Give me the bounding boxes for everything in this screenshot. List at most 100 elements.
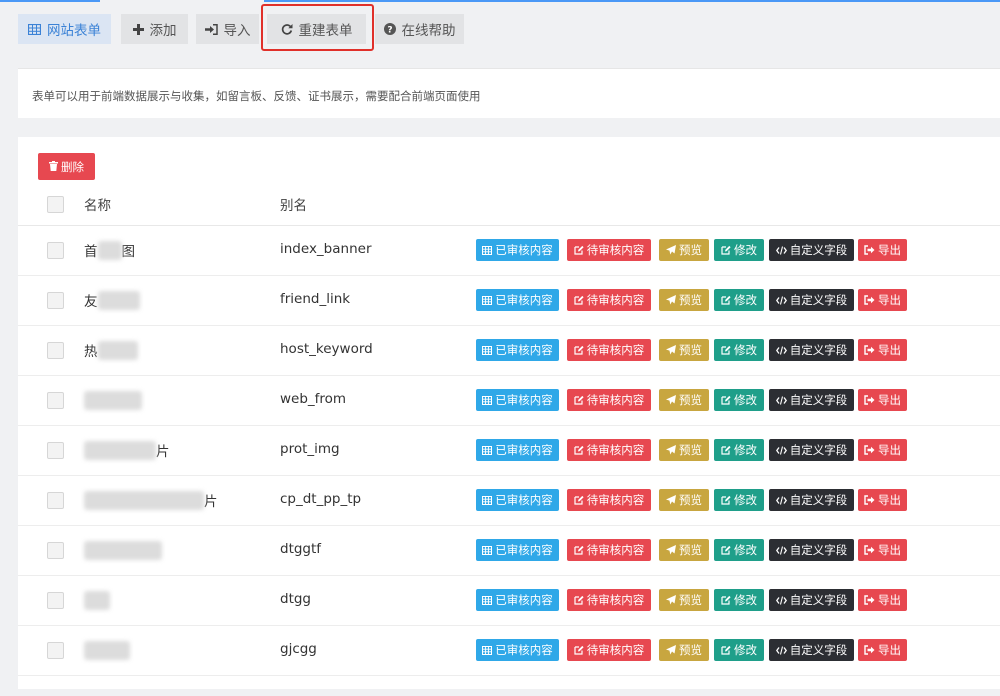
edit-button[interactable]: 修改 [714, 589, 764, 611]
custom-fields-button[interactable]: 自定义字段 [769, 439, 854, 461]
approved-content-button[interactable]: 已审核内容 [476, 639, 559, 661]
pending-content-button[interactable]: 待审核内容 [567, 589, 651, 611]
approved-content-button[interactable]: 已审核内容 [476, 339, 559, 361]
preview-button[interactable]: 预览 [659, 339, 709, 361]
custom-fields-button[interactable]: 自定义字段 [769, 639, 854, 661]
edit-button[interactable]: 修改 [714, 539, 764, 561]
row-name-start: 首 [84, 244, 98, 260]
approved-content-button[interactable]: 已审核内容 [476, 289, 559, 311]
tab-website-forms-label: 网站表单 [47, 23, 101, 39]
sign-out-icon [864, 295, 875, 305]
preview-button[interactable]: 预览 [659, 289, 709, 311]
approved-content-button[interactable]: 已审核内容 [476, 489, 559, 511]
edit-icon [721, 595, 731, 605]
delete-button-label: 删除 [61, 159, 84, 174]
row-name [84, 589, 224, 611]
export-label: 导出 [878, 243, 901, 257]
sign-out-icon [864, 445, 875, 455]
paper-plane-icon [666, 295, 676, 305]
row-alias: host_keyword [280, 341, 373, 357]
edit-button[interactable]: 修改 [714, 389, 764, 411]
trash-icon [49, 160, 58, 174]
edit-button[interactable]: 修改 [714, 639, 764, 661]
edit-icon [721, 395, 731, 405]
pending-content-button[interactable]: 待审核内容 [567, 389, 651, 411]
edit-button[interactable]: 修改 [714, 289, 764, 311]
table-row: 热 host_keyword 已审核内容 待审核内容 预览 修改 自定义字段 导… [18, 326, 1000, 376]
custom-fields-button[interactable]: 自定义字段 [769, 289, 854, 311]
edit-icon [574, 395, 584, 405]
edit-button[interactable]: 修改 [714, 489, 764, 511]
export-button[interactable]: 导出 [858, 489, 907, 511]
custom-fields-button[interactable]: 自定义字段 [769, 389, 854, 411]
online-help-button[interactable]: ? 在线帮助 [375, 14, 464, 44]
export-button[interactable]: 导出 [858, 239, 907, 261]
pending-content-button[interactable]: 待审核内容 [567, 639, 651, 661]
pending-content-button[interactable]: 待审核内容 [567, 439, 651, 461]
row-checkbox[interactable] [47, 342, 64, 359]
pending-content-button[interactable]: 待审核内容 [567, 339, 651, 361]
row-checkbox[interactable] [47, 242, 64, 259]
approved-content-button[interactable]: 已审核内容 [476, 539, 559, 561]
delete-button[interactable]: 删除 [38, 153, 95, 180]
approved-content-button[interactable]: 已审核内容 [476, 439, 559, 461]
add-button[interactable]: 添加 [121, 14, 188, 44]
custom-fields-label: 自定义字段 [789, 443, 848, 457]
edit-button[interactable]: 修改 [714, 239, 764, 261]
row-checkbox[interactable] [47, 392, 64, 409]
tab-website-forms[interactable]: 网站表单 [18, 14, 111, 44]
approved-content-label: 已审核内容 [495, 543, 553, 557]
export-button[interactable]: 导出 [858, 289, 907, 311]
redacted-text [84, 390, 142, 410]
approved-content-label: 已审核内容 [495, 643, 553, 657]
approved-content-label: 已审核内容 [495, 293, 553, 307]
export-button[interactable]: 导出 [858, 389, 907, 411]
export-button[interactable]: 导出 [858, 439, 907, 461]
pending-content-button[interactable]: 待审核内容 [567, 489, 651, 511]
row-checkbox[interactable] [47, 442, 64, 459]
code-icon [775, 445, 787, 455]
export-button[interactable]: 导出 [858, 539, 907, 561]
row-checkbox[interactable] [47, 542, 64, 559]
approved-content-button[interactable]: 已审核内容 [476, 239, 559, 261]
edit-button[interactable]: 修改 [714, 439, 764, 461]
table-icon [482, 245, 493, 255]
pending-content-button[interactable]: 待审核内容 [567, 289, 651, 311]
custom-fields-button[interactable]: 自定义字段 [769, 489, 854, 511]
export-label: 导出 [878, 493, 901, 507]
preview-button[interactable]: 预览 [659, 589, 709, 611]
preview-button[interactable]: 预览 [659, 239, 709, 261]
row-alias: prot_img [280, 441, 340, 457]
preview-button[interactable]: 预览 [659, 539, 709, 561]
custom-fields-button[interactable]: 自定义字段 [769, 589, 854, 611]
export-button[interactable]: 导出 [858, 639, 907, 661]
redacted-text [97, 240, 122, 260]
row-name-start: 热 [84, 344, 98, 360]
edit-button[interactable]: 修改 [714, 339, 764, 361]
preview-button[interactable]: 预览 [659, 489, 709, 511]
preview-button[interactable]: 预览 [659, 389, 709, 411]
row-checkbox[interactable] [47, 592, 64, 609]
pending-content-button[interactable]: 待审核内容 [567, 239, 651, 261]
approved-content-button[interactable]: 已审核内容 [476, 389, 559, 411]
row-checkbox[interactable] [47, 292, 64, 309]
row-checkbox[interactable] [47, 492, 64, 509]
export-button[interactable]: 导出 [858, 339, 907, 361]
sign-out-icon [864, 645, 875, 655]
export-label: 导出 [878, 643, 901, 657]
row-checkbox[interactable] [47, 642, 64, 659]
select-all-checkbox[interactable] [47, 196, 64, 213]
code-icon [775, 495, 787, 505]
preview-button[interactable]: 预览 [659, 439, 709, 461]
paper-plane-icon [666, 445, 676, 455]
preview-button[interactable]: 预览 [659, 639, 709, 661]
code-icon [775, 295, 787, 305]
export-button[interactable]: 导出 [858, 589, 907, 611]
pending-content-button[interactable]: 待审核内容 [567, 539, 651, 561]
import-button[interactable]: 导入 [196, 14, 259, 44]
edit-icon [721, 645, 731, 655]
custom-fields-button[interactable]: 自定义字段 [769, 539, 854, 561]
custom-fields-button[interactable]: 自定义字段 [769, 239, 854, 261]
approved-content-button[interactable]: 已审核内容 [476, 589, 559, 611]
custom-fields-button[interactable]: 自定义字段 [769, 339, 854, 361]
